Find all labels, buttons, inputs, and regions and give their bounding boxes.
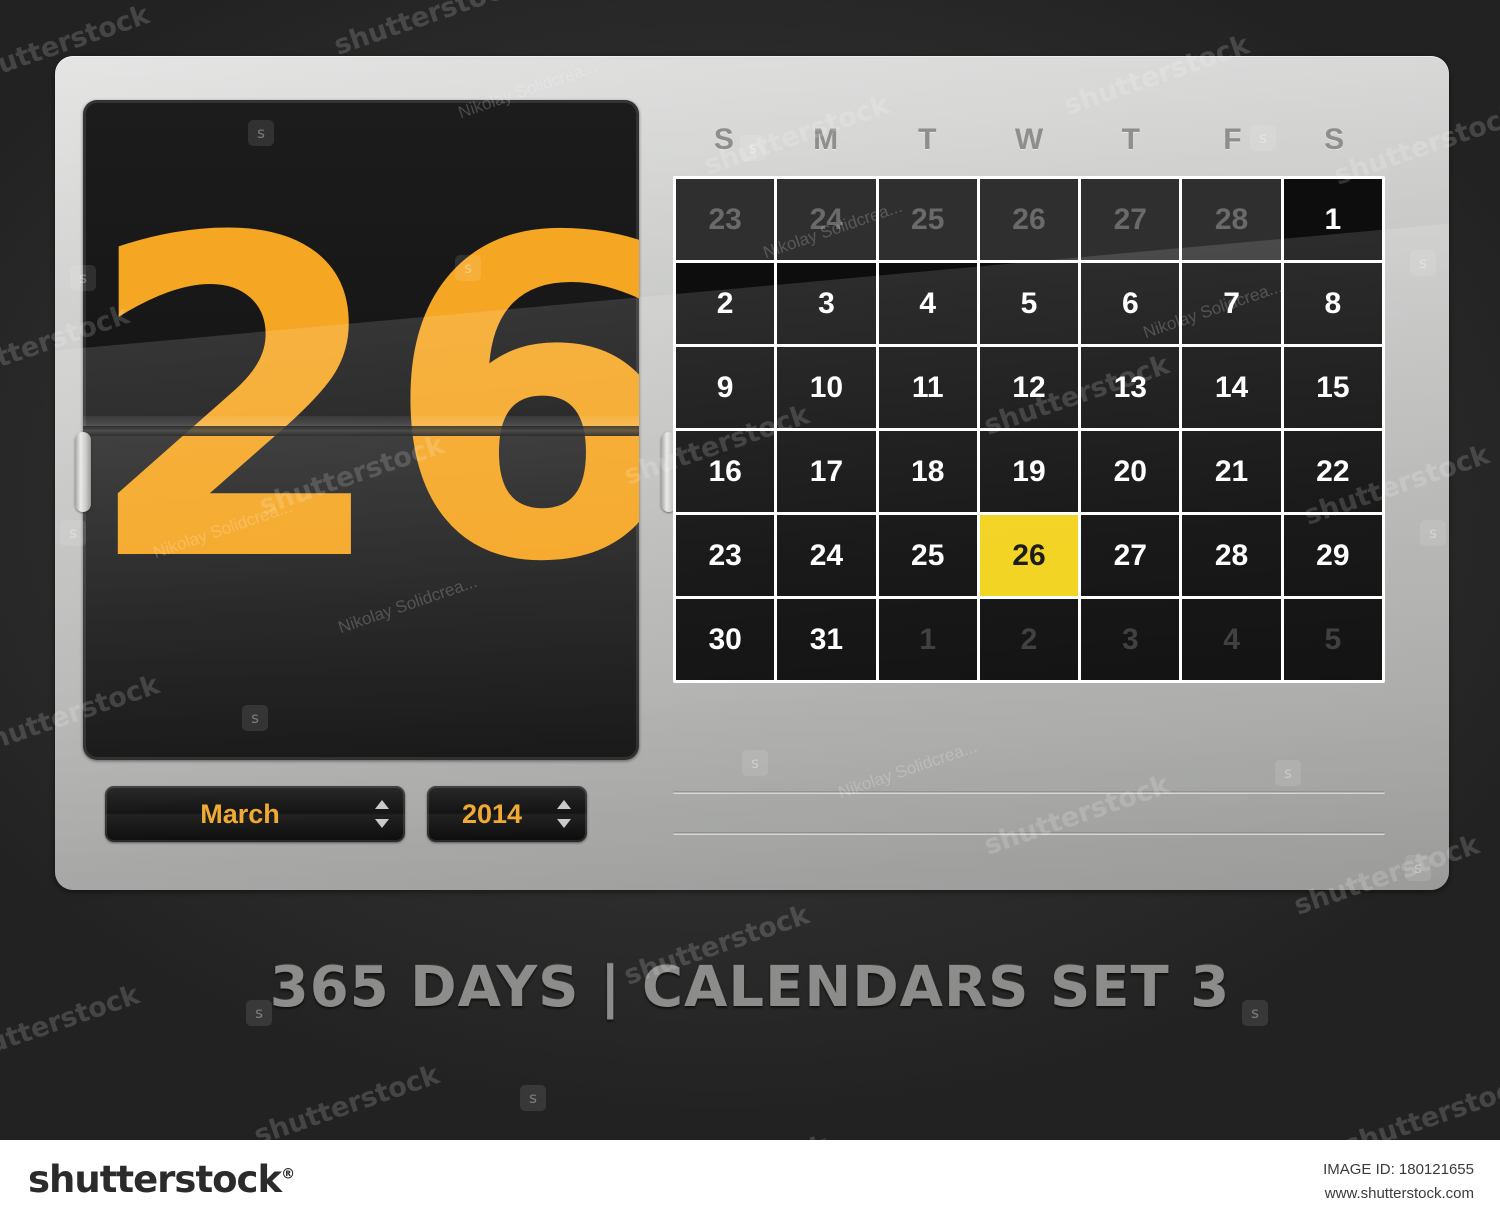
day-cell[interactable]: 27 [1081,515,1180,596]
day-cell[interactable]: 30 [676,599,775,680]
chevron-down-icon[interactable] [557,819,571,828]
chevron-up-icon[interactable] [557,800,571,809]
day-cell[interactable]: 7 [1182,263,1281,344]
registered-mark-icon: ® [281,1166,295,1183]
day-cell[interactable]: 25 [878,179,977,260]
weekday-label: W [1014,123,1044,156]
day-cell[interactable]: 28 [1182,179,1281,260]
day-cell[interactable]: 26 [979,179,1079,260]
day-cell[interactable]: 5 [1283,599,1382,680]
day-cell[interactable]: 2 [676,263,775,344]
day-cell[interactable]: 5 [979,263,1079,344]
day-cell[interactable]: 19 [979,431,1079,512]
day-cell[interactable]: 20 [1081,431,1180,512]
day-cell[interactable]: 17 [777,431,876,512]
day-cell[interactable]: 12 [979,347,1079,428]
day-cell[interactable]: 8 [1283,263,1382,344]
day-cell[interactable]: 23 [676,179,775,260]
flip-day-panel[interactable]: 26 [83,100,639,760]
note-line [673,832,1385,835]
day-cell[interactable]: 2 [979,599,1079,680]
footer-bar: shutterstock® IMAGE ID: 180121655 www.sh… [0,1140,1500,1225]
day-cell[interactable]: 4 [878,263,977,344]
chevron-up-icon[interactable] [375,800,389,809]
weekday-label: S [713,123,734,156]
day-cell[interactable]: 13 [1081,347,1180,428]
calendar-device: 26 March 2014 S M T W T F S 23 24 25 26 … [55,56,1449,890]
chevron-down-icon[interactable] [375,819,389,828]
day-cell[interactable]: 3 [777,263,876,344]
weekday-label: T [918,123,937,156]
month-selector-value: March [200,799,280,829]
weekday-label: M [813,123,839,156]
day-cell[interactable]: 22 [1283,431,1382,512]
day-cell[interactable]: 4 [1182,599,1281,680]
day-cell[interactable]: 28 [1182,515,1281,596]
weekday-label: F [1223,123,1242,156]
day-grid: 23 24 25 26 27 28 1 2 3 4 5 6 7 8 9 10 11 12 13 14 15 16 17 18 1… [673,176,1385,683]
day-cell[interactable]: 9 [676,347,775,428]
day-cell[interactable]: 11 [878,347,977,428]
shutterstock-logo-text: shutterstock [28,1158,282,1201]
image-id-label: IMAGE ID: 180121655 [1323,1161,1474,1178]
watermark-mark-icon: s [520,1085,546,1111]
day-cell[interactable]: 31 [777,599,876,680]
day-cell[interactable]: 16 [676,431,775,512]
page-title: 365 DAYS | CALENDARS SET 3 [269,955,1231,1020]
year-selector[interactable]: 2014 [427,786,587,842]
day-cell[interactable]: 3 [1081,599,1180,680]
watermark-brand: shutterstock [330,0,524,62]
day-cell[interactable]: 1 [1283,179,1382,260]
calendar-grid-area: S M T W T F S 23 24 25 26 27 28 1 2 3 4 5 6 7 8 9 10 11 1… [669,112,1399,683]
day-cell[interactable]: 15 [1283,347,1382,428]
day-cell[interactable]: 10 [777,347,876,428]
year-selector-value: 2014 [461,799,523,829]
watermark-brand: shutterstock [640,1129,833,1140]
weekday-label: T [1121,123,1140,156]
watermark-brand: shutterstock [250,1059,444,1140]
month-selector[interactable]: March [105,786,405,842]
weekday-header: S M T W T F S [673,112,1385,168]
day-cell-selected[interactable]: 26 [979,515,1079,596]
day-cell[interactable]: 21 [1182,431,1281,512]
month-stepper-icon[interactable] [375,800,389,828]
watermark-brand: shutterstock [1340,1069,1500,1140]
day-cell[interactable]: 29 [1283,515,1382,596]
day-cell[interactable]: 14 [1182,347,1281,428]
shutterstock-logo: shutterstock® [28,1158,295,1201]
note-lines [673,791,1385,873]
year-stepper-icon[interactable] [557,800,571,828]
day-cell[interactable]: 27 [1081,179,1180,260]
flip-hinge-left-icon [75,432,91,512]
artwork-stage: 26 March 2014 S M T W T F S 23 24 25 26 … [0,0,1500,1140]
day-cell[interactable]: 24 [777,179,876,260]
day-cell[interactable]: 18 [878,431,977,512]
day-cell[interactable]: 25 [878,515,977,596]
day-cell[interactable]: 24 [777,515,876,596]
site-url: www.shutterstock.com [1324,1185,1474,1202]
day-cell[interactable]: 23 [676,515,775,596]
note-line [673,791,1385,794]
day-cell[interactable]: 1 [878,599,977,680]
footer-meta: IMAGE ID: 180121655 www.shutterstock.com [1323,1158,1474,1206]
day-cell[interactable]: 6 [1081,263,1180,344]
flip-seam [83,426,639,436]
weekday-label: S [1324,123,1345,156]
